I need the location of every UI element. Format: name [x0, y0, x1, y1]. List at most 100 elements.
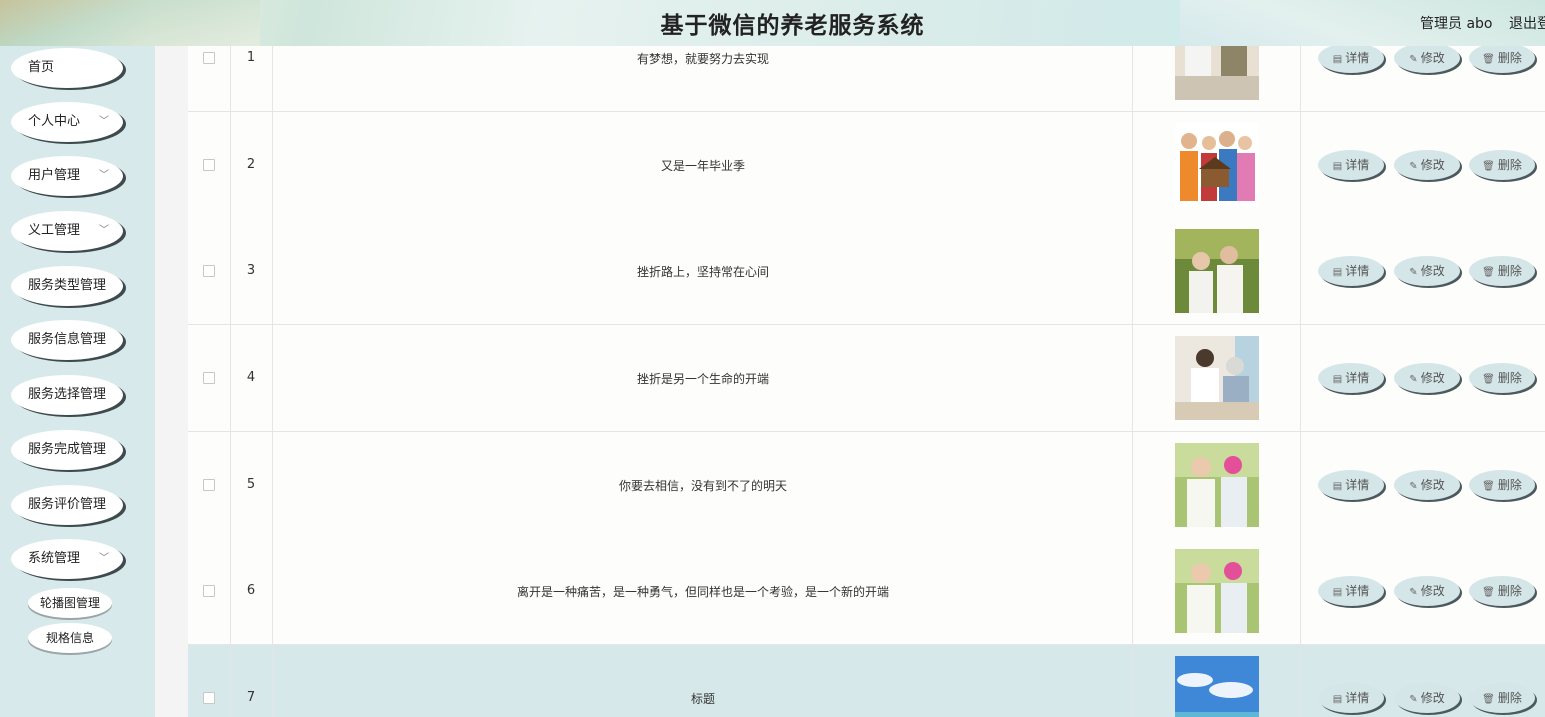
row-checkbox[interactable] [203, 585, 215, 597]
column-divider [230, 46, 231, 111]
sidebar-item-label: 服务评价管理 [28, 497, 107, 512]
button-label: 删除 [1497, 158, 1522, 172]
row-index: 2 [246, 157, 256, 172]
page-title: 基于微信的养老服务系统 [660, 13, 925, 39]
row-checkbox[interactable] [203, 159, 215, 171]
sidebar-item-9[interactable]: 服务评价管理 [11, 485, 123, 525]
button-label: 删除 [1497, 478, 1522, 492]
chevron-down-icon: ﹀ [99, 553, 109, 564]
button-label: 修改 [1420, 584, 1445, 598]
button-label: 详情 [1345, 478, 1370, 492]
detail-button[interactable]: ▤ 详情 [1318, 470, 1384, 500]
sidebar-item-label: 首页 [28, 60, 55, 75]
document-icon: ▤ [1332, 481, 1343, 492]
row-index: 3 [246, 263, 256, 278]
pencil-icon: ✎ [1409, 481, 1418, 492]
table-row[interactable]: 1 有梦想，就要努力去实现 ▤ 详情 ✎ 修改 🗑 删除 [188, 46, 1545, 112]
edit-button[interactable]: ✎ 修改 [1394, 256, 1460, 286]
sidebar-item-5[interactable]: 服务类型管理 [11, 266, 123, 306]
delete-button[interactable]: 🗑 删除 [1469, 363, 1535, 393]
edit-button[interactable]: ✎ 修改 [1394, 363, 1460, 393]
button-label: 删除 [1497, 51, 1522, 65]
document-icon: ▤ [1332, 54, 1343, 65]
table-row[interactable]: 2 又是一年毕业季 ▤ 详情 ✎ 修改 🗑 删除 [188, 112, 1545, 219]
button-label: 详情 [1345, 584, 1370, 598]
logout-button[interactable]: 退出登 [1509, 13, 1545, 33]
sidebar-item-label: 个人中心 [28, 114, 81, 129]
sidebar-item-label: 服务信息管理 [28, 332, 107, 347]
edit-button[interactable]: ✎ 修改 [1394, 46, 1460, 73]
sidebar-item-1[interactable]: 首页 [11, 48, 123, 88]
sidebar-item-8[interactable]: 服务完成管理 [11, 430, 123, 470]
edit-button[interactable]: ✎ 修改 [1394, 683, 1460, 713]
table-row[interactable]: 3 挫折路上，坚持常在心间 ▤ 详情 ✎ 修改 🗑 删除 [188, 218, 1545, 325]
edit-button[interactable]: ✎ 修改 [1394, 470, 1460, 500]
pencil-icon: ✎ [1409, 694, 1418, 705]
sidebar-subitem-2[interactable]: 规格信息 [28, 623, 112, 653]
row-thumbnail [1175, 549, 1259, 633]
delete-button[interactable]: 🗑 删除 [1469, 150, 1535, 180]
column-divider [230, 645, 231, 717]
document-icon: ▤ [1332, 587, 1343, 598]
button-label: 修改 [1420, 371, 1445, 385]
button-label: 详情 [1345, 51, 1370, 65]
document-icon: ▤ [1332, 161, 1343, 172]
button-label: 修改 [1420, 264, 1445, 278]
edit-button[interactable]: ✎ 修改 [1394, 576, 1460, 606]
row-index: 6 [246, 583, 256, 598]
trash-icon: 🗑 [1482, 481, 1495, 492]
row-thumbnail [1175, 656, 1259, 717]
button-label: 删除 [1497, 691, 1522, 705]
delete-button[interactable]: 🗑 删除 [1469, 46, 1535, 73]
delete-button[interactable]: 🗑 删除 [1469, 470, 1535, 500]
edit-button[interactable]: ✎ 修改 [1394, 150, 1460, 180]
document-icon: ▤ [1332, 267, 1343, 278]
button-label: 详情 [1345, 371, 1370, 385]
row-checkbox[interactable] [203, 265, 215, 277]
row-checkbox[interactable] [203, 692, 215, 704]
trash-icon: 🗑 [1482, 694, 1495, 705]
detail-button[interactable]: ▤ 详情 [1318, 363, 1384, 393]
button-label: 修改 [1420, 51, 1445, 65]
detail-button[interactable]: ▤ 详情 [1318, 576, 1384, 606]
sidebar-item-label: 系统管理 [28, 551, 81, 566]
row-checkbox[interactable] [203, 479, 215, 491]
trash-icon: 🗑 [1482, 587, 1495, 598]
delete-button[interactable]: 🗑 删除 [1469, 576, 1535, 606]
trash-icon: 🗑 [1482, 374, 1495, 385]
delete-button[interactable]: 🗑 删除 [1469, 256, 1535, 286]
sidebar-item-6[interactable]: 服务信息管理 [11, 320, 123, 360]
button-label: 详情 [1345, 158, 1370, 172]
sidebar-item-label: 用户管理 [28, 168, 81, 183]
column-divider [1300, 112, 1301, 218]
trash-icon: 🗑 [1482, 267, 1495, 278]
row-index: 4 [246, 370, 256, 385]
row-index: 1 [246, 50, 256, 65]
sidebar-subitem-1[interactable]: 轮播图管理 [28, 588, 112, 618]
pencil-icon: ✎ [1409, 267, 1418, 278]
row-checkbox[interactable] [203, 52, 215, 64]
chevron-down-icon: ﹀ [99, 225, 109, 236]
sidebar-item-2[interactable]: 个人中心 ﹀ [11, 102, 123, 142]
table-row[interactable]: 4 挫折是另一个生命的开端 ▤ 详情 ✎ 修改 🗑 删除 [188, 325, 1545, 432]
table-row[interactable]: 6 离开是一种痛苦，是一种勇气，但同样也是一个考验，是一个新的开端 ▤ 详情 ✎ 修改 🗑… [188, 538, 1545, 645]
chevron-down-icon: ﹀ [99, 116, 109, 127]
sidebar-item-label: 义工管理 [28, 223, 81, 238]
button-label: 删除 [1497, 264, 1522, 278]
table-row[interactable]: 5 你要去相信，没有到不了的明天 ▤ 详情 ✎ 修改 🗑 删除 [188, 432, 1545, 539]
row-checkbox[interactable] [203, 372, 215, 384]
sidebar-item-label: 服务选择管理 [28, 387, 107, 402]
table-row[interactable]: 7 标题 ▤ 详情 ✎ 修改 🗑 删除 [188, 645, 1545, 717]
sidebar: 首页 个人中心 ﹀ 用户管理 ﹀ 义工管理 ﹀ 服务类型管理 服务信息管理 服务选择管理 服务完成管… [0, 46, 155, 717]
row-index: 5 [246, 477, 256, 492]
delete-button[interactable]: 🗑 删除 [1469, 683, 1535, 713]
sidebar-item-7[interactable]: 服务选择管理 [11, 375, 123, 415]
sidebar-item-3[interactable]: 用户管理 ﹀ [11, 156, 123, 196]
detail-button[interactable]: ▤ 详情 [1318, 46, 1384, 73]
row-title: 挫折路上，坚持常在心间 [636, 265, 769, 279]
detail-button[interactable]: ▤ 详情 [1318, 150, 1384, 180]
detail-button[interactable]: ▤ 详情 [1318, 256, 1384, 286]
sidebar-item-10[interactable]: 系统管理 ﹀ [11, 539, 123, 579]
sidebar-item-4[interactable]: 义工管理 ﹀ [11, 211, 123, 251]
detail-button[interactable]: ▤ 详情 [1318, 683, 1384, 713]
